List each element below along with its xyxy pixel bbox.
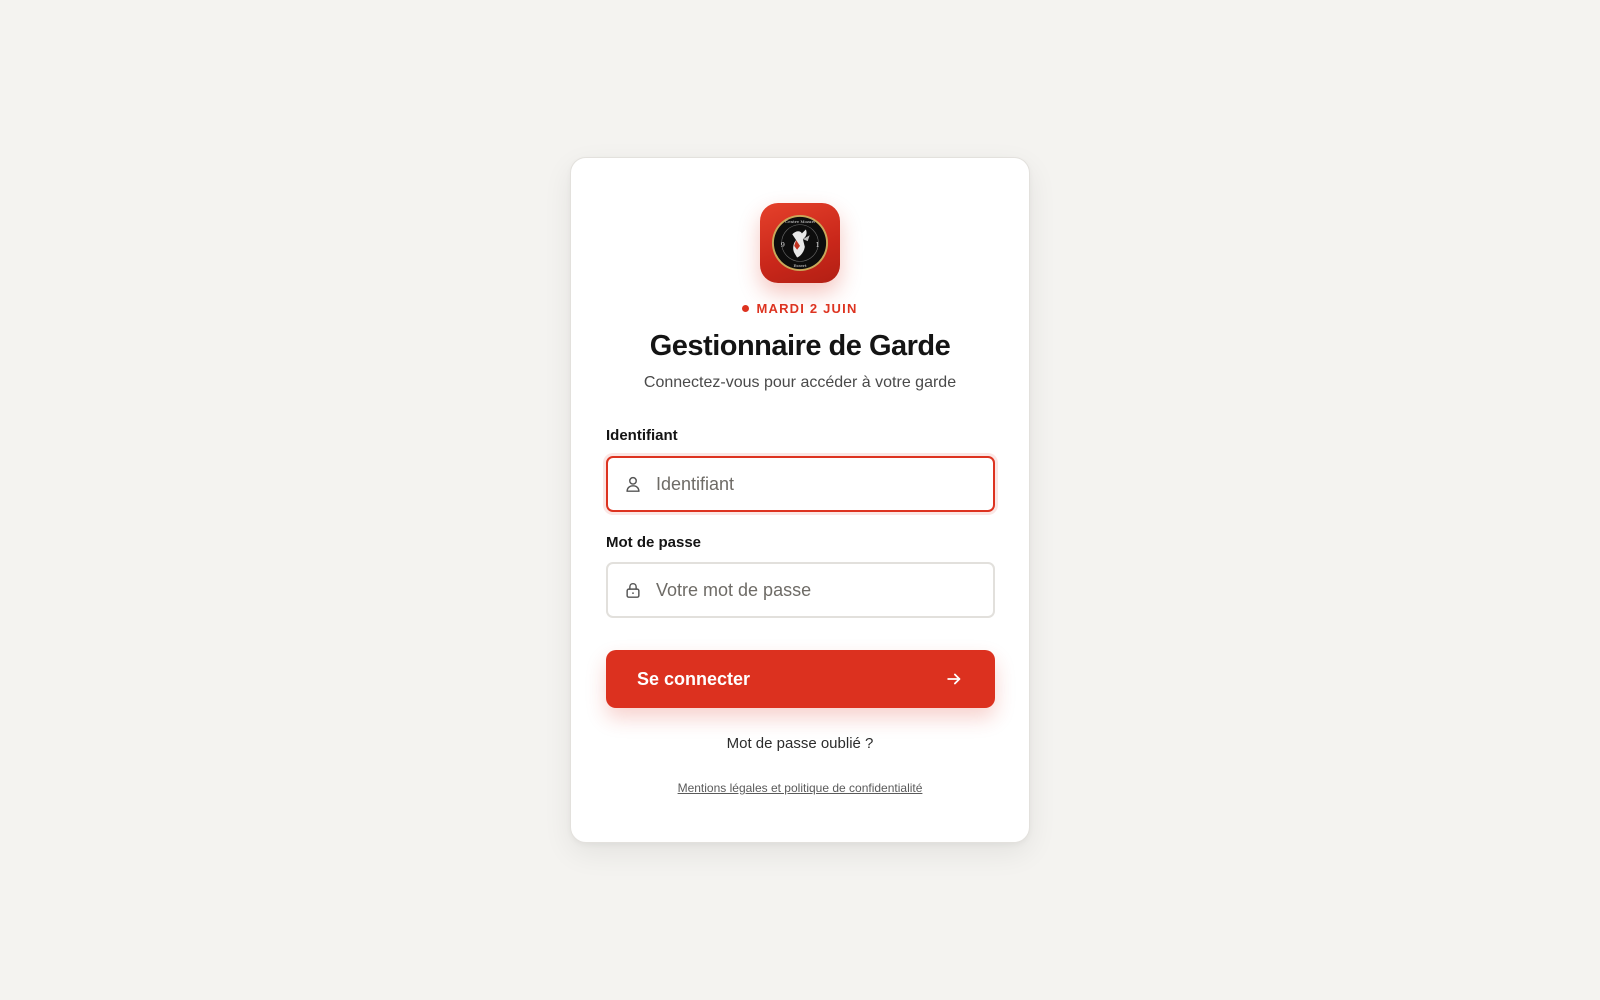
username-input[interactable] [656,473,976,495]
date-text: MARDI 2 JUIN [756,301,858,316]
username-field[interactable] [606,456,995,512]
username-label: Identifiant [606,427,678,444]
emblem-number-right: 1 [815,241,819,249]
emblem-text-bottom: Essert [793,263,806,268]
status-dot [742,305,750,312]
current-date: MARDI 2 JUIN [571,301,1029,316]
legal-link[interactable]: Mentions légales et politique de confide… [571,781,1029,795]
password-label: Mot de passe [606,534,702,551]
page-title: Gestionnaire de Garde [649,330,951,362]
arrow-right-icon [947,673,961,685]
emblem-text-top: Centre Mozart [785,219,815,224]
password-input[interactable] [656,579,976,601]
emblem-number-left: 9 [781,241,785,249]
app-logo: 9 1 Centre Mozart Essert [760,203,840,283]
password-field[interactable] [606,562,995,618]
fire-brigade-emblem-icon: 9 1 Centre Mozart Essert [771,214,829,272]
login-button[interactable]: Se connecter [606,650,995,708]
forgot-password-link[interactable]: Mot de passe oublié ? [571,735,1029,752]
login-card: 9 1 Centre Mozart Essert MARDI 2 JUIN Ge… [570,157,1030,843]
login-button-label: Se connecter [637,668,751,689]
page-subtitle: Connectez-vous pour accéder à votre gard… [643,374,957,391]
lock-icon [622,579,644,601]
user-icon [622,473,644,495]
